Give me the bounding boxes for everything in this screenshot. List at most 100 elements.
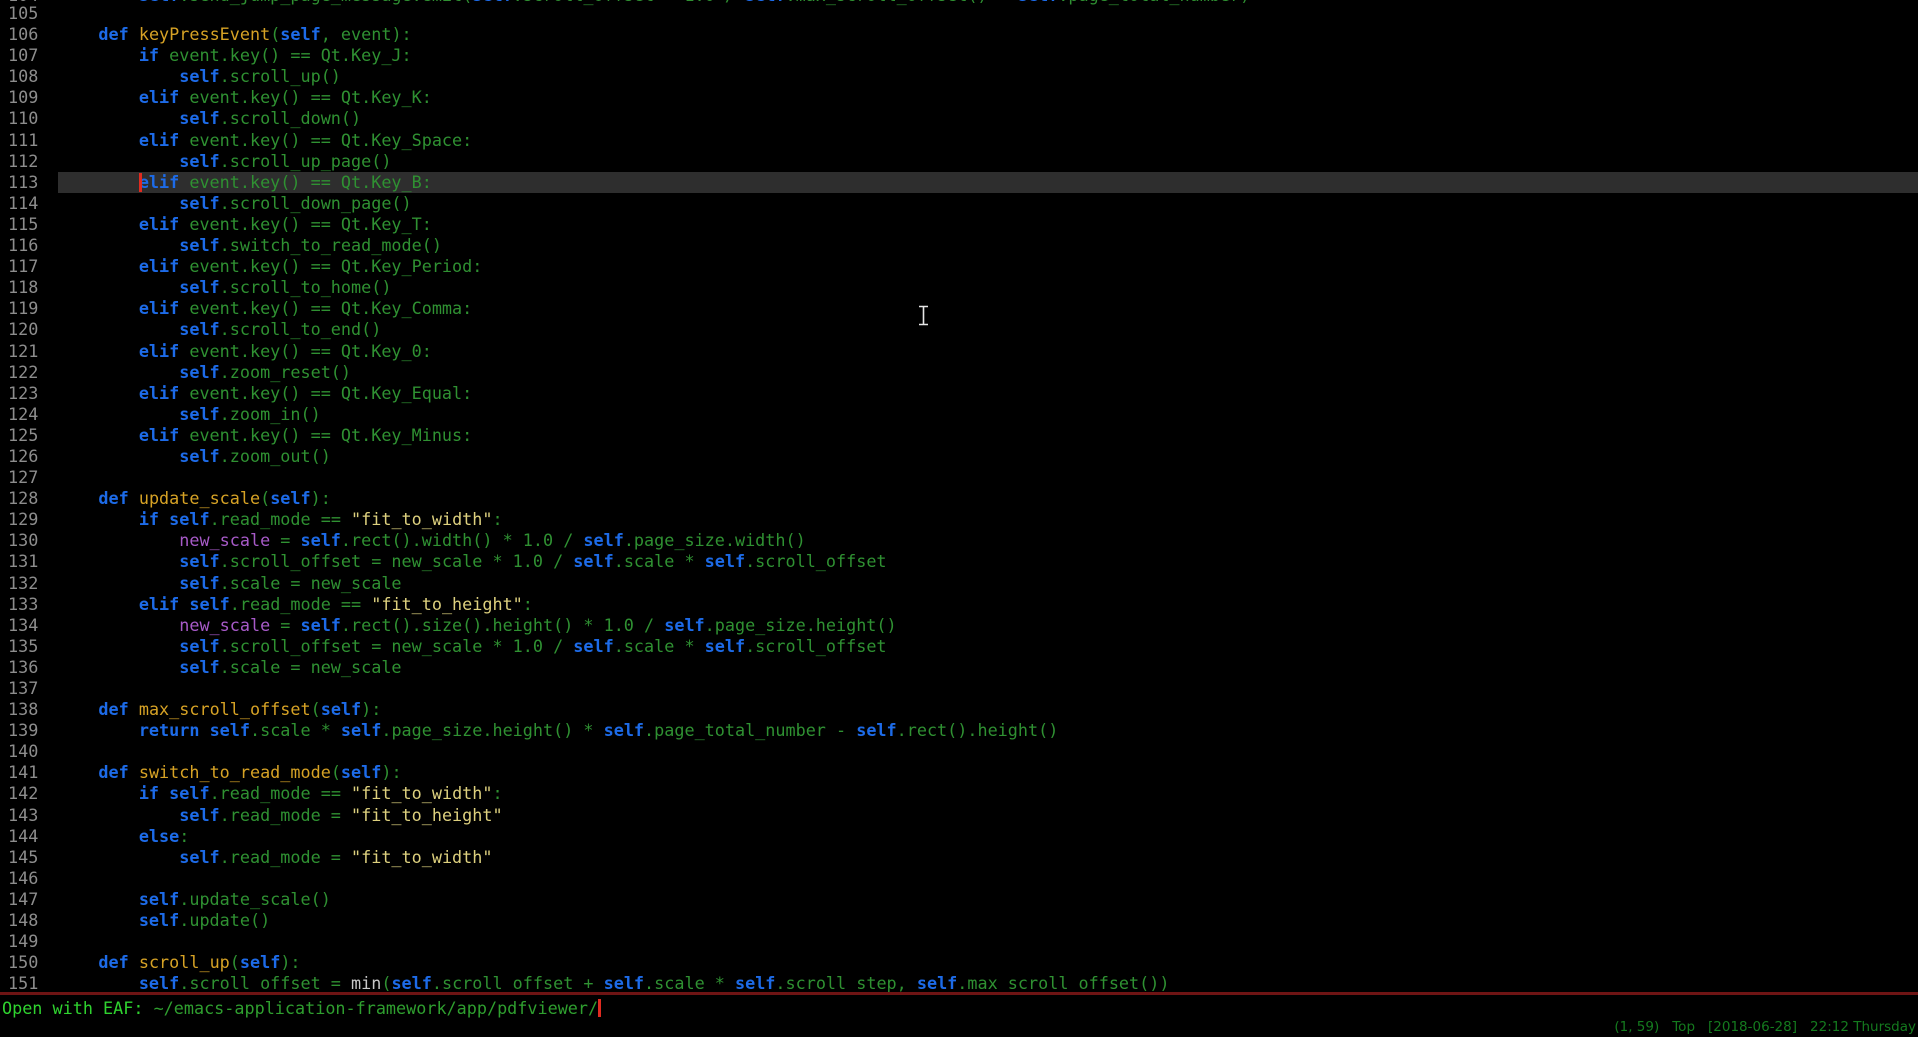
code-line-143[interactable]: 143 self.read_mode = "fit_to_height"	[0, 805, 1918, 826]
code-line-130[interactable]: 130 new_scale = self.rect().width() * 1.…	[0, 530, 1918, 551]
line-code[interactable]: self.scroll_up()	[58, 66, 1918, 87]
line-code[interactable]: self.scroll_to_end()	[58, 319, 1918, 340]
code-line-135[interactable]: 135 self.scroll_offset = new_scale * 1.0…	[0, 636, 1918, 657]
line-code[interactable]: self.scale = new_scale	[58, 573, 1918, 594]
line-code[interactable]: elif event.key() == Qt.Key_Equal:	[58, 383, 1918, 404]
code-line-149[interactable]: 149	[0, 931, 1918, 952]
line-code[interactable]: def switch_to_read_mode(self):	[58, 762, 1918, 783]
code-line-129[interactable]: 129 if self.read_mode == "fit_to_width":	[0, 509, 1918, 530]
code-line-122[interactable]: 122 self.zoom_reset()	[0, 362, 1918, 383]
line-code[interactable]: self.switch_to_read_mode()	[58, 235, 1918, 256]
code-line-146[interactable]: 146	[0, 868, 1918, 889]
line-code[interactable]	[58, 3, 1918, 24]
line-code[interactable]	[58, 678, 1918, 699]
code-line-138[interactable]: 138 def max_scroll_offset(self):	[0, 699, 1918, 720]
line-code[interactable]: self.scroll_to_home()	[58, 277, 1918, 298]
line-code[interactable]: if self.read_mode == "fit_to_width":	[58, 783, 1918, 804]
code-line-137[interactable]: 137	[0, 678, 1918, 699]
line-code[interactable]: self.update()	[58, 910, 1918, 931]
line-code[interactable]: def max_scroll_offset(self):	[58, 699, 1918, 720]
code-line-133[interactable]: 133 elif self.read_mode == "fit_to_heigh…	[0, 594, 1918, 615]
line-code[interactable]: if event.key() == Qt.Key_J:	[58, 45, 1918, 66]
line-code[interactable]	[58, 868, 1918, 889]
line-code[interactable]: self.zoom_out()	[58, 446, 1918, 467]
line-code[interactable]: self.update_scale()	[58, 889, 1918, 910]
line-code[interactable]: elif event.key() == Qt.Key_K:	[58, 87, 1918, 108]
line-code[interactable]: elif event.key() == Qt.Key_T:	[58, 214, 1918, 235]
line-code[interactable]: self.scroll_down()	[58, 108, 1918, 129]
line-code[interactable]: return self.scale * self.page_size.heigh…	[58, 720, 1918, 741]
code-line-141[interactable]: 141 def switch_to_read_mode(self):	[0, 762, 1918, 783]
line-code[interactable]: self.scale = new_scale	[58, 657, 1918, 678]
code-line-115[interactable]: 115 elif event.key() == Qt.Key_T:	[0, 214, 1918, 235]
line-code[interactable]: elif self.read_mode == "fit_to_height":	[58, 594, 1918, 615]
code-line-110[interactable]: 110 self.scroll_down()	[0, 108, 1918, 129]
code-line-125[interactable]: 125 elif event.key() == Qt.Key_Minus:	[0, 425, 1918, 446]
line-code[interactable]: new_scale = self.rect().width() * 1.0 / …	[58, 530, 1918, 551]
code-line-142[interactable]: 142 if self.read_mode == "fit_to_width":	[0, 783, 1918, 804]
code-line-123[interactable]: 123 elif event.key() == Qt.Key_Equal:	[0, 383, 1918, 404]
code-line-111[interactable]: 111 elif event.key() == Qt.Key_Space:	[0, 130, 1918, 151]
line-code[interactable]: self.read_mode = "fit_to_height"	[58, 805, 1918, 826]
line-code[interactable]: self.scroll_up_page()	[58, 151, 1918, 172]
line-code[interactable]	[58, 741, 1918, 762]
line-code[interactable]: elif event.key() == Qt.Key_Period:	[58, 256, 1918, 277]
code-line-112[interactable]: 112 self.scroll_up_page()	[0, 151, 1918, 172]
code-line-128[interactable]: 128 def update_scale(self):	[0, 488, 1918, 509]
line-code[interactable]: def keyPressEvent(self, event):	[58, 24, 1918, 45]
line-code[interactable]: def scroll_up(self):	[58, 952, 1918, 973]
line-code[interactable]: self.zoom_in()	[58, 404, 1918, 425]
code-line-113[interactable]: 113 elif event.key() == Qt.Key_B:	[0, 172, 1918, 193]
code-line-109[interactable]: 109 elif event.key() == Qt.Key_K:	[0, 87, 1918, 108]
code-line-120[interactable]: 120 self.scroll_to_end()	[0, 319, 1918, 340]
code-line-107[interactable]: 107 if event.key() == Qt.Key_J:	[0, 45, 1918, 66]
line-code[interactable]: self.scroll_offset = new_scale * 1.0 / s…	[58, 636, 1918, 657]
code-line-147[interactable]: 147 self.update_scale()	[0, 889, 1918, 910]
code-line-132[interactable]: 132 self.scale = new_scale	[0, 573, 1918, 594]
line-code[interactable]: self.scroll_offset = min(self.scroll_off…	[58, 973, 1918, 992]
code-line-121[interactable]: 121 elif event.key() == Qt.Key_0:	[0, 341, 1918, 362]
code-line-148[interactable]: 148 self.update()	[0, 910, 1918, 931]
line-code[interactable]: elif event.key() == Qt.Key_Space:	[58, 130, 1918, 151]
code-lines[interactable]: 105106 def keyPressEvent(self, event):10…	[0, 3, 1918, 992]
line-code[interactable]: else:	[58, 826, 1918, 847]
code-line-151[interactable]: 151 self.scroll_offset = min(self.scroll…	[0, 973, 1918, 992]
code-line-131[interactable]: 131 self.scroll_offset = new_scale * 1.0…	[0, 551, 1918, 572]
code-line-127[interactable]: 127	[0, 467, 1918, 488]
minibuffer[interactable]: Open with EAF: ~/emacs-application-frame…	[2, 997, 601, 1019]
minibuffer-input[interactable]: ~/emacs-application-framework/app/pdfvie…	[154, 998, 599, 1018]
line-code[interactable]: elif event.key() == Qt.Key_0:	[58, 341, 1918, 362]
code-line-144[interactable]: 144 else:	[0, 826, 1918, 847]
code-line-134[interactable]: 134 new_scale = self.rect().size().heigh…	[0, 615, 1918, 636]
code-line-150[interactable]: 150 def scroll_up(self):	[0, 952, 1918, 973]
code-line-145[interactable]: 145 self.read_mode = "fit_to_width"	[0, 847, 1918, 868]
line-code[interactable]: elif event.key() == Qt.Key_Comma:	[58, 298, 1918, 319]
line-code[interactable]	[58, 931, 1918, 952]
code-line-126[interactable]: 126 self.zoom_out()	[0, 446, 1918, 467]
code-line-119[interactable]: 119 elif event.key() == Qt.Key_Comma:	[0, 298, 1918, 319]
line-code[interactable]: self.read_mode = "fit_to_width"	[58, 847, 1918, 868]
code-line-136[interactable]: 136 self.scale = new_scale	[0, 657, 1918, 678]
line-code[interactable]: new_scale = self.rect().size().height() …	[58, 615, 1918, 636]
code-line-117[interactable]: 117 elif event.key() == Qt.Key_Period:	[0, 256, 1918, 277]
line-code[interactable]: self.scroll_down_page()	[58, 193, 1918, 214]
code-line-116[interactable]: 116 self.switch_to_read_mode()	[0, 235, 1918, 256]
code-line-108[interactable]: 108 self.scroll_up()	[0, 66, 1918, 87]
code-line-140[interactable]: 140	[0, 741, 1918, 762]
line-code[interactable]: self.zoom_reset()	[58, 362, 1918, 383]
code-line-114[interactable]: 114 self.scroll_down_page()	[0, 193, 1918, 214]
code-token: =	[270, 615, 300, 635]
line-code[interactable]: elif event.key() == Qt.Key_B:	[58, 172, 1918, 193]
line-code[interactable]: elif event.key() == Qt.Key_Minus:	[58, 425, 1918, 446]
code-line-139[interactable]: 139 return self.scale * self.page_size.h…	[0, 720, 1918, 741]
line-code[interactable]: def update_scale(self):	[58, 488, 1918, 509]
line-code[interactable]: if self.read_mode == "fit_to_width":	[58, 509, 1918, 530]
code-line-118[interactable]: 118 self.scroll_to_home()	[0, 277, 1918, 298]
line-code[interactable]: self.scroll_offset = new_scale * 1.0 / s…	[58, 551, 1918, 572]
code-line-105[interactable]: 105	[0, 3, 1918, 24]
code-line-106[interactable]: 106 def keyPressEvent(self, event):	[0, 24, 1918, 45]
code-editor-buffer[interactable]: 104 self.send_jump_page_message.emit(sel…	[0, 0, 1918, 992]
line-code[interactable]	[58, 467, 1918, 488]
code-token: , event):	[321, 24, 412, 44]
code-line-124[interactable]: 124 self.zoom_in()	[0, 404, 1918, 425]
